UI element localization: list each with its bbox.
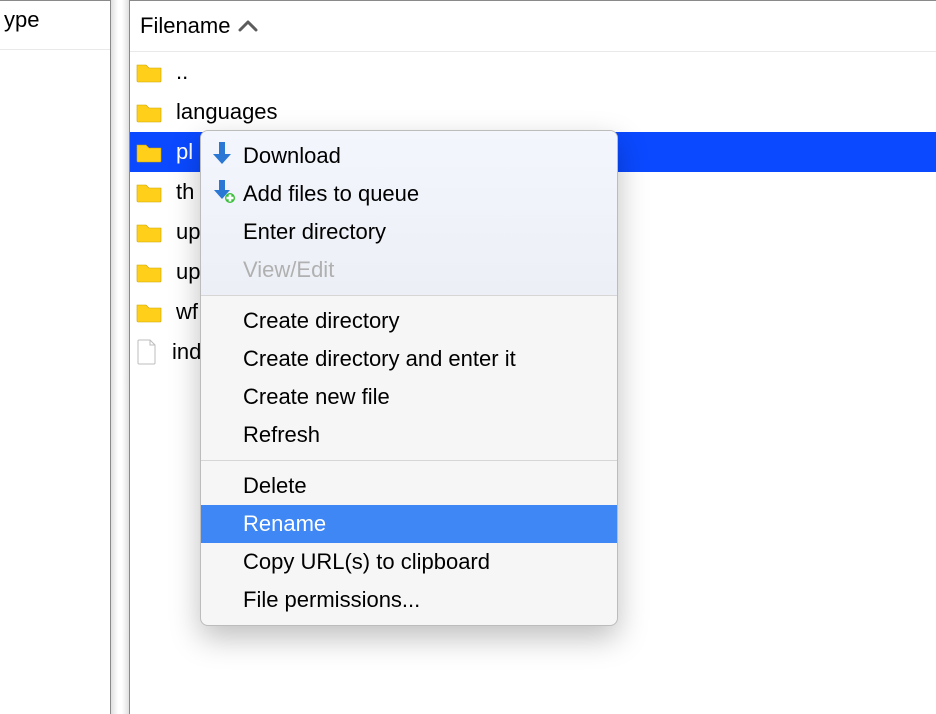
filename-label: up (176, 259, 200, 285)
filename-label: .. (176, 59, 188, 85)
sort-ascending-icon (238, 19, 258, 33)
folder-icon (136, 181, 162, 203)
menu-item-label: Create directory and enter it (243, 346, 516, 372)
filename-column-header[interactable]: Filename (130, 0, 936, 52)
menu-item-label: Refresh (243, 422, 320, 448)
menu-item-label: File permissions... (243, 587, 420, 613)
left-pane: ype (0, 0, 110, 714)
filename-label: wf (176, 299, 198, 325)
left-column-header-label: ype (4, 7, 39, 32)
download-add-icon (211, 179, 235, 209)
file-icon (136, 339, 158, 365)
menu-item-label: Rename (243, 511, 326, 537)
filename-label: th (176, 179, 194, 205)
menu-item-create-directory[interactable]: Create directory (201, 302, 617, 340)
menu-item-create-new-file[interactable]: Create new file (201, 378, 617, 416)
folder-icon (136, 301, 162, 323)
menu-item-enter-directory[interactable]: Enter directory (201, 213, 617, 251)
window-root: ype Filename .. languages (0, 0, 936, 714)
menu-item-view-edit: View/Edit (201, 251, 617, 289)
menu-item-add-to-queue[interactable]: Add files to queue (201, 175, 617, 213)
menu-item-label: Download (243, 143, 341, 169)
menu-item-label: View/Edit (243, 257, 334, 283)
menu-item-create-directory-enter[interactable]: Create directory and enter it (201, 340, 617, 378)
menu-item-label: Add files to queue (243, 181, 419, 207)
menu-item-label: Create directory (243, 308, 400, 334)
menu-item-label: Create new file (243, 384, 390, 410)
context-menu: Download Add files to queue Enter direct… (200, 130, 618, 626)
filename-header-label: Filename (140, 13, 230, 39)
menu-item-download[interactable]: Download (201, 137, 617, 175)
column-splitter[interactable] (110, 0, 130, 714)
menu-item-delete[interactable]: Delete (201, 467, 617, 505)
folder-icon (136, 261, 162, 283)
menu-item-label: Delete (243, 473, 307, 499)
filename-label: ind (172, 339, 201, 365)
menu-item-label: Copy URL(s) to clipboard (243, 549, 490, 575)
folder-icon (136, 221, 162, 243)
folder-icon (136, 141, 162, 163)
download-icon (211, 141, 233, 171)
folder-icon (136, 101, 162, 123)
menu-item-rename[interactable]: Rename (201, 505, 617, 543)
left-column-header[interactable]: ype (0, 0, 110, 50)
menu-item-file-permissions[interactable]: File permissions... (201, 581, 617, 619)
menu-item-copy-urls[interactable]: Copy URL(s) to clipboard (201, 543, 617, 581)
file-row[interactable]: languages (130, 92, 936, 132)
folder-icon (136, 61, 162, 83)
filename-label: pl (176, 139, 193, 165)
menu-item-label: Enter directory (243, 219, 386, 245)
filename-label: languages (176, 99, 278, 125)
file-row-parent[interactable]: .. (130, 52, 936, 92)
menu-item-refresh[interactable]: Refresh (201, 416, 617, 454)
filename-label: up (176, 219, 200, 245)
